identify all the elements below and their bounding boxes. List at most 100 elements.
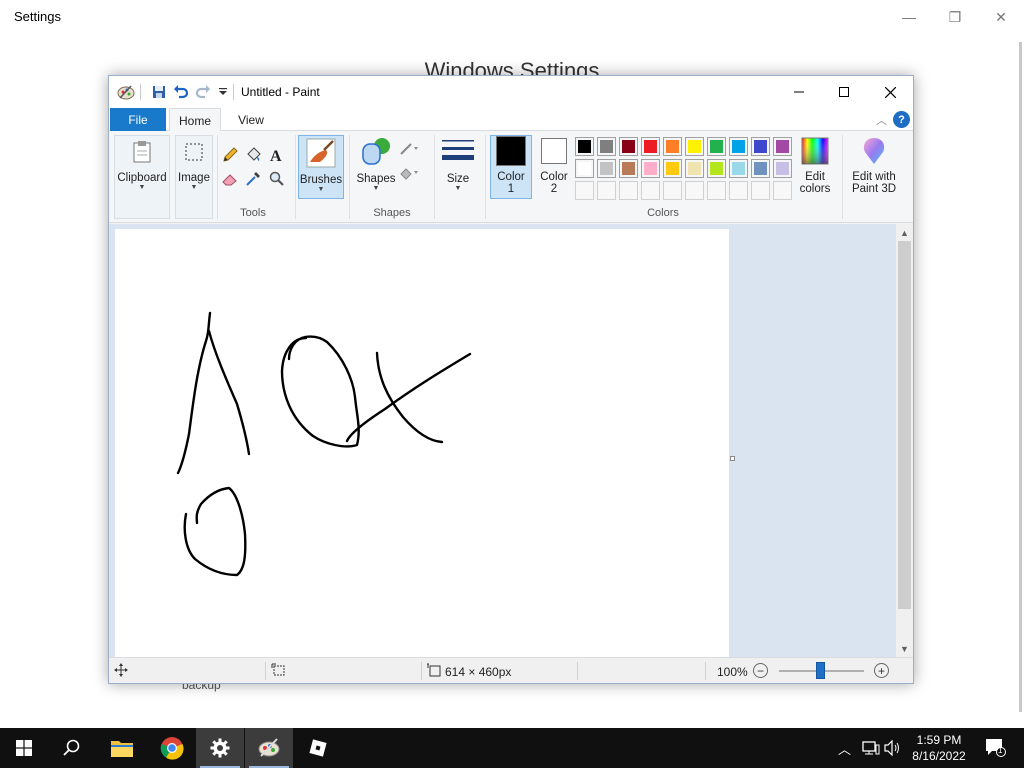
- image-button[interactable]: Image ▼: [175, 135, 213, 219]
- shapes-icon: [359, 135, 393, 169]
- custom-color-slot[interactable]: [773, 181, 792, 200]
- save-icon[interactable]: [150, 83, 168, 101]
- settings-taskbar-button[interactable]: [196, 728, 244, 768]
- clipboard-button[interactable]: Clipboard ▼: [114, 135, 170, 219]
- freehand-drawing: [176, 311, 472, 577]
- palette-swatch[interactable]: [641, 159, 660, 178]
- shapes-button[interactable]: Shapes ▼: [354, 135, 398, 199]
- size-button[interactable]: Size ▼: [439, 135, 477, 199]
- scrollbar-thumb[interactable]: [898, 241, 911, 609]
- custom-color-slot[interactable]: [575, 181, 594, 200]
- palette-swatch[interactable]: [619, 137, 638, 156]
- custom-color-slot[interactable]: [641, 181, 660, 200]
- tab-view[interactable]: View: [225, 108, 277, 131]
- network-icon[interactable]: [862, 740, 880, 759]
- size-label: Size: [446, 173, 470, 185]
- edit-colors-label-2: colors: [799, 183, 831, 195]
- customize-quick-access-icon[interactable]: [214, 83, 232, 101]
- pencil-icon[interactable]: [220, 145, 240, 165]
- paint-minimize-button[interactable]: [776, 76, 822, 108]
- custom-color-slot[interactable]: [685, 181, 704, 200]
- color1-button[interactable]: Color 1: [490, 135, 532, 199]
- custom-color-slot[interactable]: [707, 181, 726, 200]
- brushes-button[interactable]: Brushes ▼: [298, 135, 344, 199]
- undo-icon[interactable]: [172, 83, 190, 101]
- eraser-icon[interactable]: [220, 169, 240, 189]
- color2-number: 2: [550, 183, 558, 195]
- paint3d-label-2: Paint 3D: [851, 183, 897, 195]
- tab-home[interactable]: Home: [169, 108, 221, 132]
- palette-swatch[interactable]: [619, 159, 638, 178]
- paint-close-button[interactable]: [867, 76, 913, 108]
- paint-titlebar: Untitled - Paint: [109, 76, 913, 108]
- ribbon-tabs: File Home View ︿ ?: [109, 108, 913, 132]
- canvas-resize-handle[interactable]: [730, 456, 735, 461]
- palette-swatch[interactable]: [729, 159, 748, 178]
- scroll-up-icon[interactable]: ▲: [896, 224, 913, 241]
- palette-swatch[interactable]: [751, 137, 770, 156]
- action-center-button[interactable]: 1: [984, 737, 1006, 760]
- settings-restore-button[interactable]: ❐: [932, 4, 978, 30]
- custom-color-slot[interactable]: [597, 181, 616, 200]
- zoom-out-button[interactable]: −: [753, 663, 768, 678]
- paint-maximize-button[interactable]: [821, 76, 867, 108]
- text-icon[interactable]: A: [267, 145, 287, 165]
- palette-swatch[interactable]: [597, 159, 616, 178]
- search-button[interactable]: [48, 728, 96, 768]
- custom-color-slot[interactable]: [663, 181, 682, 200]
- palette-swatch[interactable]: [575, 159, 594, 178]
- color-picker-icon[interactable]: [243, 169, 263, 189]
- start-button[interactable]: [0, 728, 48, 768]
- palette-swatch[interactable]: [663, 137, 682, 156]
- palette-swatch[interactable]: [685, 137, 704, 156]
- edit-colors-button[interactable]: Edit colors: [795, 135, 835, 199]
- custom-color-slot[interactable]: [751, 181, 770, 200]
- drawing-canvas[interactable]: [115, 229, 729, 657]
- palette-swatch[interactable]: [773, 137, 792, 156]
- volume-icon[interactable]: [884, 739, 902, 759]
- chrome-button[interactable]: [148, 728, 196, 768]
- zoom-slider-thumb[interactable]: [816, 662, 825, 679]
- paint-app-icon[interactable]: [117, 83, 135, 101]
- color1-swatch: [496, 136, 526, 166]
- palette-swatch[interactable]: [597, 137, 616, 156]
- fill-icon[interactable]: [243, 145, 263, 165]
- clock[interactable]: 1:59 PM 8/16/2022: [904, 732, 974, 764]
- palette-swatch[interactable]: [773, 159, 792, 178]
- roblox-button[interactable]: [294, 728, 342, 768]
- vertical-scrollbar[interactable]: ▲ ▼: [896, 224, 913, 657]
- custom-color-slot[interactable]: [619, 181, 638, 200]
- file-explorer-button[interactable]: [98, 728, 146, 768]
- chevron-down-icon: ▼: [454, 185, 462, 192]
- palette-swatch[interactable]: [707, 137, 726, 156]
- palette-swatch[interactable]: [751, 159, 770, 178]
- palette-swatch[interactable]: [641, 137, 660, 156]
- redo-icon[interactable]: [194, 83, 212, 101]
- settings-minimize-button[interactable]: —: [886, 4, 932, 30]
- palette-swatch[interactable]: [729, 137, 748, 156]
- show-hidden-icons[interactable]: ︿: [838, 739, 851, 758]
- color1-number: 1: [507, 183, 515, 195]
- help-icon[interactable]: ?: [893, 111, 910, 128]
- edit-with-paint3d-button[interactable]: Edit with Paint 3D: [847, 135, 901, 199]
- shape-fill-icon[interactable]: [399, 163, 419, 183]
- palette-swatch[interactable]: [707, 159, 726, 178]
- settings-close-button[interactable]: ✕: [978, 4, 1024, 30]
- custom-color-slot[interactable]: [729, 181, 748, 200]
- paint-taskbar-button[interactable]: [245, 728, 293, 768]
- tab-file[interactable]: File: [110, 108, 166, 131]
- collapse-ribbon-icon[interactable]: ︿: [876, 112, 887, 128]
- scroll-down-icon[interactable]: ▼: [896, 640, 913, 657]
- magnifier-icon[interactable]: [267, 169, 287, 189]
- palette-swatch[interactable]: [575, 137, 594, 156]
- select-icon: [179, 136, 209, 168]
- color2-button[interactable]: Color 2: [536, 135, 572, 199]
- status-bar: 614 × 460px 100% − +: [109, 657, 913, 683]
- shapes-button-label: Shapes: [356, 173, 396, 185]
- palette-swatch[interactable]: [663, 159, 682, 178]
- zoom-in-button[interactable]: +: [874, 663, 889, 678]
- settings-scrollbar[interactable]: [1019, 42, 1022, 712]
- outline-icon[interactable]: [399, 139, 419, 159]
- palette-swatch[interactable]: [685, 159, 704, 178]
- colors-group-label: Colors: [647, 207, 679, 219]
